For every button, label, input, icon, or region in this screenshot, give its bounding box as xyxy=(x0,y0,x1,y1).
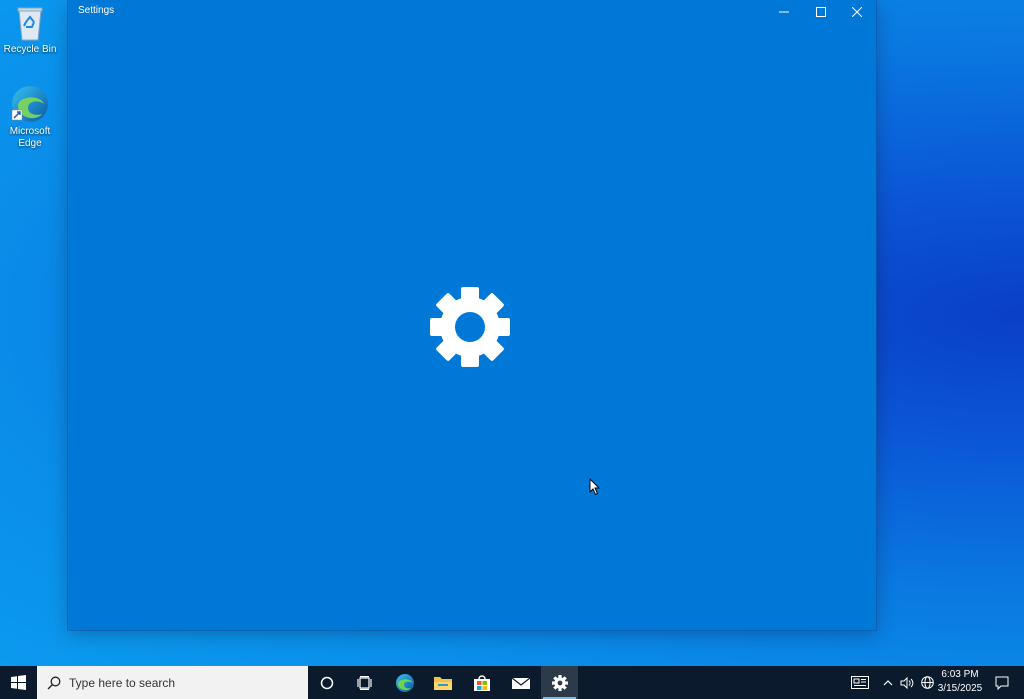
globe-icon xyxy=(920,676,934,689)
windows-logo-icon xyxy=(11,675,26,690)
system-clock[interactable]: 6:03 PM 3/15/2025 xyxy=(937,668,983,697)
chevron-up-icon xyxy=(883,679,893,685)
volume-button[interactable] xyxy=(897,666,917,699)
edge-desktop-label: Microsoft Edge xyxy=(9,126,51,149)
settings-window[interactable]: Settings xyxy=(68,0,876,630)
taskbar: Type here to search 6:03 PM 3/15/2025 xyxy=(0,666,1024,699)
taskbar-store-button[interactable] xyxy=(464,666,500,699)
taskbar-search-box[interactable]: Type here to search xyxy=(37,666,308,699)
speaker-icon xyxy=(900,676,914,689)
minimize-icon xyxy=(779,11,789,12)
cortana-button[interactable] xyxy=(310,666,344,699)
recycle-bin-label: Recycle Bin xyxy=(3,44,57,55)
taskbar-edge-button[interactable] xyxy=(387,666,423,699)
task-view-button[interactable] xyxy=(348,666,382,699)
desktop-icon-edge[interactable]: Microsoft Edge xyxy=(0,84,60,150)
news-and-interests-button[interactable] xyxy=(848,666,872,699)
start-button[interactable] xyxy=(0,666,37,699)
desktop-icon-recycle-bin[interactable]: Recycle Bin xyxy=(0,4,60,56)
search-icon xyxy=(47,676,61,690)
close-icon xyxy=(852,6,862,17)
window-title: Settings xyxy=(78,5,115,16)
mouse-cursor-icon xyxy=(589,478,601,496)
clock-time: 6:03 PM xyxy=(941,669,979,680)
edge-icon xyxy=(11,86,48,122)
taskbar-mail-button[interactable] xyxy=(503,666,539,699)
taskbar-file-explorer-button[interactable] xyxy=(425,666,461,699)
edge-icon xyxy=(396,673,414,692)
notification-icon xyxy=(995,676,1009,690)
search-placeholder: Type here to search xyxy=(69,675,176,690)
settings-icon xyxy=(551,674,568,691)
news-icon xyxy=(851,676,869,689)
store-icon xyxy=(474,674,490,691)
network-button[interactable] xyxy=(917,666,937,699)
mail-icon xyxy=(511,677,531,689)
cortana-icon xyxy=(320,676,334,689)
title-bar[interactable]: Settings xyxy=(68,0,876,23)
clock-date: 3/15/2025 xyxy=(937,683,983,694)
task-view-icon xyxy=(357,675,372,690)
settings-splash-gear-icon xyxy=(430,287,510,367)
show-hidden-icons-button[interactable] xyxy=(879,666,897,699)
recycle-bin-icon xyxy=(17,7,43,41)
action-center-button[interactable] xyxy=(990,666,1014,699)
taskbar-settings-button[interactable] xyxy=(541,666,578,699)
close-button[interactable] xyxy=(839,0,875,23)
minimize-button[interactable] xyxy=(766,0,802,23)
maximize-icon xyxy=(816,6,826,17)
maximize-button[interactable] xyxy=(803,0,839,23)
file-explorer-icon xyxy=(434,676,452,690)
